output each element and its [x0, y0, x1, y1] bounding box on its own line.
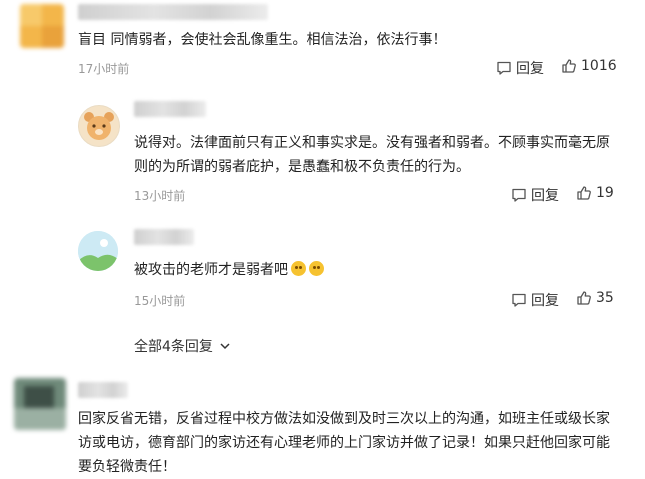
reply-label: 回复	[516, 61, 544, 77]
comment-icon	[496, 60, 512, 76]
thumb-up-icon	[576, 290, 592, 306]
reply-label: 回复	[531, 293, 559, 309]
chevron-down-icon	[219, 340, 231, 352]
avatar[interactable]	[14, 378, 66, 430]
username[interactable]	[78, 4, 268, 20]
comment-text-line: 回家反省无错，反省过程中校方做法如没做到及时三次以上的沟通，如班主任或级长家	[78, 411, 610, 427]
comment-time: 13小时前	[134, 189, 186, 203]
comment-text-line: 则的为所谓的弱者庇护，是愚蠢和极不负责任的行为。	[134, 159, 470, 175]
reply-button[interactable]: 回复	[511, 290, 559, 310]
reply-label: 回复	[531, 188, 559, 204]
like-button[interactable]: 35	[576, 290, 614, 306]
username[interactable]	[78, 382, 128, 398]
thumb-up-icon	[576, 185, 592, 201]
cry-emoji-icon	[309, 261, 324, 276]
like-button[interactable]: 19	[576, 185, 614, 201]
thumb-up-icon	[561, 58, 577, 74]
comment-icon	[511, 187, 527, 203]
comment-text-line: 说得对。法律面前只有正义和事实求是。没有强者和弱者。不顾事实而毫无原	[134, 135, 610, 151]
comment-time: 17小时前	[78, 62, 130, 76]
comment-text-line: 访或电访，德育部门的家访还有心理老师的上门家访并做了记录！如果只赶他回家可能	[78, 435, 610, 451]
cry-emoji-icon	[291, 261, 306, 276]
comment-text: 盲目 同情弱者，会使社会乱像重生。相信法治，依法行事！	[78, 32, 447, 48]
like-button[interactable]: 1016	[561, 58, 617, 74]
comment-icon	[511, 292, 527, 308]
expand-replies-button[interactable]: 全部4条回复	[134, 336, 231, 356]
username[interactable]	[134, 101, 206, 117]
expand-replies-label: 全部4条回复	[134, 339, 213, 355]
like-count: 35	[596, 290, 614, 306]
reply-button[interactable]: 回复	[511, 185, 559, 205]
comment-time: 15小时前	[134, 294, 186, 308]
avatar[interactable]	[78, 105, 120, 147]
avatar[interactable]	[78, 231, 118, 271]
avatar[interactable]	[20, 4, 64, 48]
like-count: 1016	[581, 58, 617, 74]
username[interactable]	[134, 229, 194, 245]
comment-text-body: 被攻击的老师才是弱者吧	[134, 262, 288, 278]
like-count: 19	[596, 185, 614, 201]
reply-button[interactable]: 回复	[496, 58, 544, 78]
comment-text: 被攻击的老师才是弱者吧	[134, 258, 324, 282]
comment-text-line: 要负轻微责任！	[78, 459, 176, 475]
